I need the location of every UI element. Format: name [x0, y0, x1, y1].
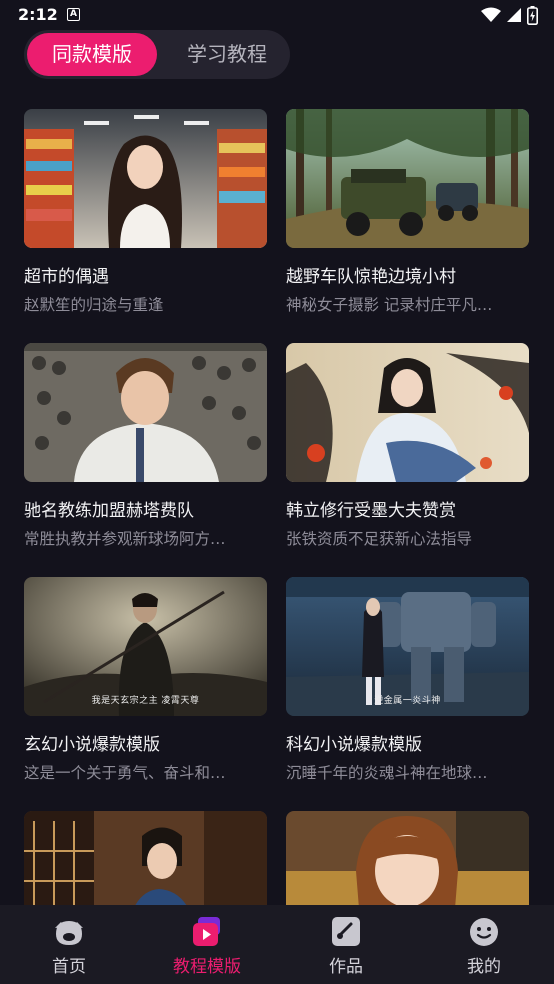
card-thumbnail	[24, 343, 267, 482]
thumbnail-caption: 逆金属一炎斗神	[374, 696, 441, 706]
smiley-profile-icon	[470, 918, 498, 946]
card-title: 超市的偶遇	[24, 267, 109, 287]
card-title: 韩立修行受墨大夫赞赏	[286, 501, 456, 521]
notification-a-icon: A	[67, 8, 80, 21]
card-title: 玄幻小说爆款模版	[24, 735, 160, 755]
card-thumbnail	[286, 811, 529, 905]
card-title: 驰名教练加盟赫塔费队	[24, 501, 194, 521]
template-card[interactable]: 越野车队惊艳边境小村 神秘女子摄影 记录村庄平凡…	[286, 109, 529, 315]
template-grid: 超市的偶遇 赵默笙的归途与重逢 越野车队惊艳边境小村 神秘女子摄影 记录村庄平凡…	[24, 109, 530, 905]
battery-icon	[527, 5, 538, 25]
card-subtitle: 沉睡千年的炎魂斗神在地球…	[286, 764, 488, 782]
signal-icon	[507, 8, 521, 22]
tab-same-template[interactable]: 同款模版	[27, 33, 157, 76]
brush-icon	[332, 917, 360, 946]
template-play-icon	[193, 917, 220, 946]
card-title: 越野车队惊艳边境小村	[286, 267, 456, 287]
wifi-icon	[481, 7, 501, 22]
card-thumbnail: 我是天玄宗之主 凌霄天尊	[24, 577, 267, 716]
template-card[interactable]	[286, 811, 529, 905]
card-thumbnail	[286, 343, 529, 482]
template-card[interactable]: 我是天玄宗之主 凌霄天尊 玄幻小说爆款模版 这是一个关于勇气、奋斗和…	[24, 577, 267, 783]
card-thumbnail	[286, 109, 529, 248]
app-screen: 2:12 A 同款模版 学习教程 超市的偶遇 赵默笙的归途与重逢 越野车队惊艳边…	[0, 0, 554, 984]
nav-templates[interactable]: 教程模版	[138, 905, 276, 984]
nav-profile-label: 我的	[467, 957, 501, 977]
card-title: 科幻小说爆款模版	[286, 735, 422, 755]
home-mascot-icon	[55, 921, 83, 945]
status-time: 2:12	[18, 5, 58, 24]
top-tab-switcher: 同款模版 学习教程	[24, 30, 290, 79]
card-subtitle: 这是一个关于勇气、奋斗和…	[24, 764, 226, 782]
template-card[interactable]: 逆金属一炎斗神 科幻小说爆款模版 沉睡千年的炎魂斗神在地球…	[286, 577, 529, 783]
status-bar: 2:12 A	[0, 0, 554, 30]
card-thumbnail: 逆金属一炎斗神	[286, 577, 529, 716]
tab-learning-tutorials[interactable]: 学习教程	[167, 33, 287, 76]
card-subtitle: 赵默笙的归途与重逢	[24, 296, 164, 314]
template-card[interactable]: 超市的偶遇 赵默笙的归途与重逢	[24, 109, 267, 315]
thumbnail-caption: 我是天玄宗之主 凌霄天尊	[91, 696, 200, 706]
template-card[interactable]: 驰名教练加盟赫塔费队 常胜执教并参观新球场阿方…	[24, 343, 267, 549]
bottom-nav: 首页 教程模版 作品 我的	[0, 905, 554, 984]
card-thumbnail	[24, 811, 267, 905]
status-icons	[481, 5, 538, 25]
card-subtitle: 神秘女子摄影 记录村庄平凡…	[286, 296, 493, 314]
template-card[interactable]: 韩立修行受墨大夫赞赏 张铁资质不足获新心法指导	[286, 343, 529, 549]
nav-home[interactable]: 首页	[0, 905, 138, 984]
nav-profile[interactable]: 我的	[415, 905, 553, 984]
card-thumbnail	[24, 109, 267, 248]
template-card[interactable]	[24, 811, 267, 905]
nav-works[interactable]: 作品	[277, 905, 415, 984]
card-subtitle: 常胜执教并参观新球场阿方…	[24, 530, 226, 548]
nav-templates-label: 教程模版	[173, 957, 241, 977]
nav-works-label: 作品	[329, 957, 363, 977]
nav-home-label: 首页	[52, 957, 86, 977]
card-subtitle: 张铁资质不足获新心法指导	[286, 530, 473, 548]
